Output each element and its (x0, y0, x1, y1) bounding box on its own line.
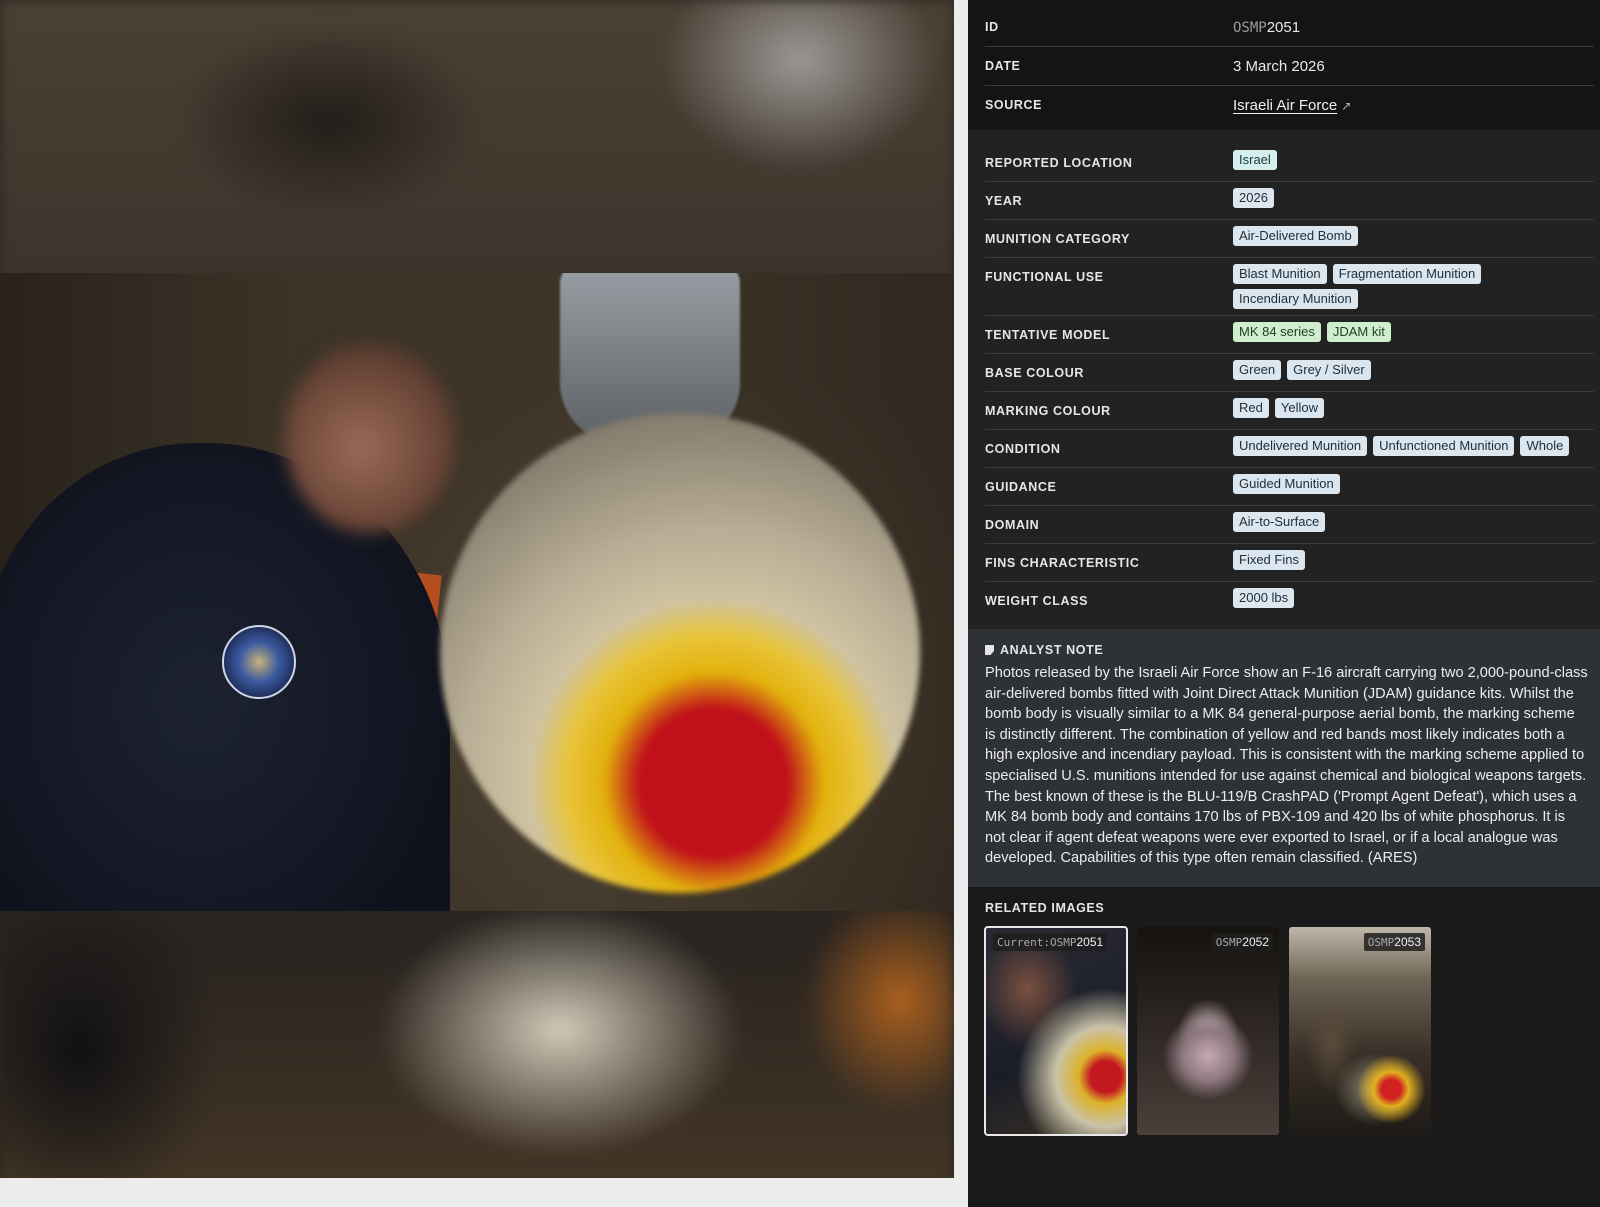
image-viewer[interactable] (0, 0, 954, 1191)
related-thumb-current[interactable]: Current:OSMP2051 (984, 925, 1128, 1136)
attr-label: MUNITION CATEGORY (985, 232, 1130, 246)
attr-label: FINS CHARACTERISTIC (985, 556, 1140, 570)
thumb-caption: OSMP2053 (1363, 932, 1425, 951)
attr-label: TENTATIVE MODEL (985, 328, 1111, 342)
tag-chip[interactable]: 2000 lbs (1233, 588, 1295, 608)
meta-row-id: ID OSMP2051 (985, 8, 1594, 47)
source-label: SOURCE (985, 98, 1043, 112)
thumb-caption: OSMP2052 (1211, 932, 1273, 951)
tag-chip[interactable]: Unfunctioned Munition (1373, 436, 1515, 456)
tag-chip[interactable]: Israel (1233, 150, 1277, 170)
attr-label: MARKING COLOUR (985, 404, 1111, 418)
attr-row-guidance: GUIDANCE Guided Munition (985, 468, 1594, 506)
tag-chip[interactable]: JDAM kit (1326, 322, 1391, 342)
unit-patch (222, 625, 296, 699)
tag-chip[interactable]: Undelivered Munition (1233, 436, 1368, 456)
thumb-id-prefix: OSMP (1215, 935, 1243, 949)
attr-row-condition: CONDITION Undelivered Munition Unfunctio… (985, 430, 1594, 468)
tag-chip[interactable]: MK 84 series (1233, 322, 1321, 342)
tag-chip[interactable]: Guided Munition (1233, 474, 1340, 494)
attr-row-tentative-model: TENTATIVE MODEL MK 84 series JDAM kit (985, 316, 1594, 354)
tag-chip[interactable]: Air-Delivered Bomb (1233, 226, 1358, 246)
source-link[interactable]: Israeli Air Force (1233, 97, 1337, 114)
external-link-icon[interactable]: ↗ (1341, 99, 1351, 113)
attr-row-base-colour: BASE COLOUR Green Grey / Silver (985, 354, 1594, 392)
tag-chip[interactable]: Yellow (1274, 398, 1324, 418)
thumb-id-prefix: OSMP (1049, 935, 1077, 949)
tag-chip[interactable]: Air-to-Surface (1233, 512, 1326, 532)
tag-chip[interactable]: Grey / Silver (1287, 360, 1371, 380)
tag-chip[interactable]: Red (1233, 398, 1269, 418)
tag-chip[interactable]: Fragmentation Munition (1332, 264, 1482, 284)
tag-chip[interactable]: 2026 (1233, 188, 1274, 208)
attribute-tags: REPORTED LOCATION Israel YEAR 2026 MUNIT… (968, 130, 1600, 629)
attr-label: GUIDANCE (985, 480, 1057, 494)
tag-chip[interactable]: Whole (1520, 436, 1570, 456)
tag-chip[interactable]: Fixed Fins (1233, 550, 1305, 570)
note-icon (985, 645, 994, 655)
tag-chip[interactable]: Blast Munition (1233, 264, 1327, 284)
id-number: 2051 (1266, 18, 1301, 36)
attr-row-marking-colour: MARKING COLOUR Red Yellow (985, 392, 1594, 430)
id-value: OSMP2051 (1233, 19, 1300, 36)
analyst-note-title: ANALYST NOTE (1000, 643, 1104, 657)
attr-row-year: YEAR 2026 (985, 182, 1594, 220)
related-thumb[interactable]: OSMP2053 (1289, 926, 1431, 1135)
attr-label: YEAR (985, 194, 1023, 208)
attr-row-reported-location: REPORTED LOCATION Israel (985, 144, 1594, 182)
bomb-nose (440, 413, 920, 893)
current-label: Current: (997, 935, 1050, 949)
meta-row-date: DATE 3 March 2026 (985, 47, 1594, 86)
thumb-caption: Current:OSMP2051 (993, 932, 1108, 951)
attr-label: BASE COLOUR (985, 366, 1084, 380)
attr-row-domain: DOMAIN Air-to-Surface (985, 506, 1594, 544)
thumb-id-number: 2052 (1242, 934, 1269, 949)
record-meta: ID OSMP2051 DATE 3 March 2026 SOURCE Isr… (968, 0, 1600, 130)
related-images-title: RELATED IMAGES (985, 900, 1105, 915)
thumb-id-number: 2053 (1394, 934, 1421, 949)
related-thumb[interactable]: OSMP2052 (1137, 926, 1279, 1135)
attr-row-weight-class: WEIGHT CLASS 2000 lbs (985, 582, 1594, 619)
attr-label: WEIGHT CLASS (985, 594, 1089, 608)
attr-label: FUNCTIONAL USE (985, 270, 1104, 284)
details-panel: ID OSMP2051 DATE 3 March 2026 SOURCE Isr… (968, 0, 1600, 1207)
analyst-note-text: Photos released by the Israeli Air Force… (985, 665, 1588, 867)
blurred-face (285, 343, 455, 533)
main-photo[interactable] (0, 273, 954, 911)
related-images: RELATED IMAGES Current:OSMP2051 OSMP2052… (968, 887, 1600, 1136)
tag-chip[interactable]: Green (1233, 360, 1282, 380)
analyst-note: ANALYST NOTE Photos released by the Isra… (968, 629, 1600, 887)
attr-label: CONDITION (985, 442, 1061, 456)
id-label: ID (985, 20, 999, 34)
attr-row-munition-category: MUNITION CATEGORY Air-Delivered Bomb (985, 220, 1594, 258)
attr-row-fins-characteristic: FINS CHARACTERISTIC Fixed Fins (985, 544, 1594, 582)
date-label: DATE (985, 59, 1021, 73)
attr-label: REPORTED LOCATION (985, 156, 1133, 170)
thumb-id-number: 2051 (1076, 934, 1104, 949)
thumb-id-prefix: OSMP (1367, 935, 1395, 949)
meta-row-source: SOURCE Israeli Air Force ↗ (985, 86, 1594, 124)
tag-chip[interactable]: Incendiary Munition (1233, 289, 1358, 309)
attr-row-functional-use: FUNCTIONAL USE Blast Munition Fragmentat… (985, 258, 1594, 316)
attr-label: DOMAIN (985, 518, 1040, 532)
date-value: 3 March 2026 (1233, 57, 1325, 75)
id-prefix: OSMP (1233, 19, 1267, 36)
